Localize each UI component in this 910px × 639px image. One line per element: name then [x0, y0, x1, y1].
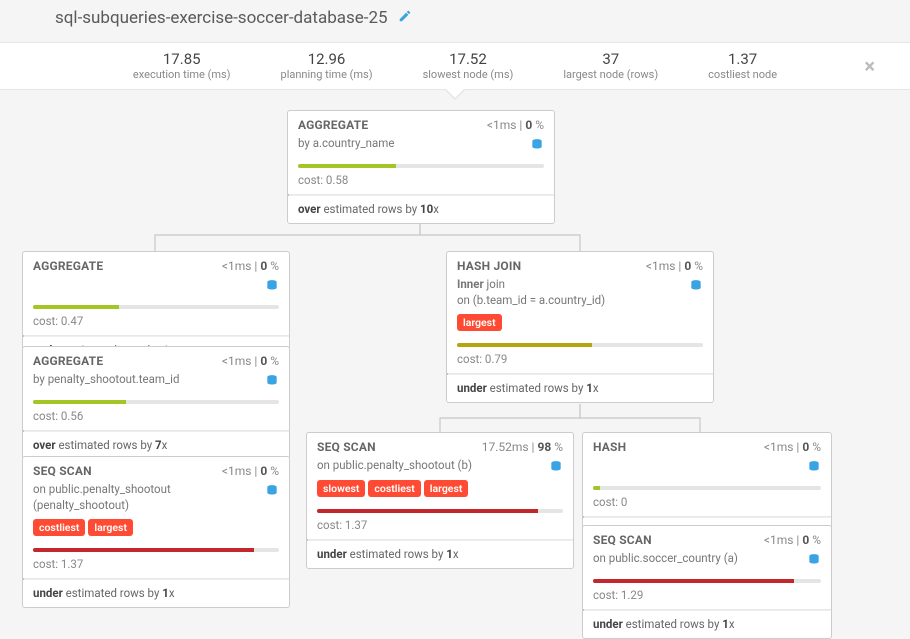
node-tags: slowest costliest largest	[307, 480, 573, 503]
stat-label: costliest node	[708, 68, 777, 81]
cost-value: cost: 1.29	[583, 586, 831, 609]
stats-bar: 17.85 execution time (ms) 12.96 planning…	[0, 42, 910, 90]
node-timing: 17.52ms | 98 %	[482, 440, 563, 454]
node-title: HASH	[593, 440, 626, 454]
cost-bar	[33, 400, 279, 404]
page-title: sql-subqueries-exercise-soccer-database-…	[55, 8, 388, 28]
node-title: SEQ SCAN	[33, 464, 92, 478]
database-icon[interactable]	[265, 374, 279, 388]
cost-value: cost: 0.47	[23, 312, 289, 335]
tag-largest: largest	[457, 314, 502, 331]
stat-label: slowest node (ms)	[423, 68, 514, 81]
tag-largest: largest	[424, 480, 469, 497]
estimate-line: under estimated rows by 1x	[307, 541, 573, 568]
cost-value: cost: 1.37	[23, 555, 289, 578]
pointer-triangle-icon	[445, 90, 465, 100]
stat-value: 12.96	[281, 51, 373, 68]
tag-slowest: slowest	[317, 480, 365, 497]
node-title: HASH JOIN	[457, 259, 521, 273]
stat-value: 1.37	[708, 51, 777, 68]
node-timing: <1ms | 0 %	[222, 464, 279, 478]
node-subtitle: on public.soccer_country (a)	[593, 551, 799, 567]
node-timing: <1ms | 0 %	[646, 259, 703, 273]
plan-node-seqscan-right[interactable]: SEQ SCAN <1ms | 0 % on public.soccer_cou…	[582, 525, 832, 639]
node-tags: largest	[447, 314, 713, 337]
cost-bar	[33, 548, 279, 552]
tag-largest: largest	[88, 519, 133, 536]
node-subtitle: on public.penalty_shootout (b)	[317, 458, 541, 474]
cost-bar	[593, 486, 821, 490]
estimate-line: under estimated rows by 1x	[23, 580, 289, 607]
node-subtitle: Inner joinon (b.team_id = a.country_id)	[457, 277, 681, 308]
database-icon[interactable]	[689, 279, 703, 293]
pencil-icon[interactable]	[398, 9, 412, 27]
node-title: SEQ SCAN	[317, 440, 376, 454]
node-subtitle: on public.penalty_shootout (penalty_shoo…	[33, 482, 257, 513]
node-subtitle: by penalty_shootout.team_id	[33, 372, 257, 388]
stat-slowest-node: 17.52 slowest node (ms)	[398, 51, 539, 82]
stat-value: 37	[563, 51, 658, 68]
database-icon[interactable]	[549, 460, 563, 474]
cost-bar	[317, 509, 563, 513]
node-timing: <1ms | 0 %	[222, 354, 279, 368]
stat-value: 17.52	[423, 51, 514, 68]
stat-label: execution time (ms)	[133, 68, 231, 81]
node-title: AGGREGATE	[33, 354, 103, 368]
stat-largest-node: 37 largest node (rows)	[538, 51, 683, 82]
node-timing: <1ms | 0 %	[764, 440, 821, 454]
stat-execution-time: 17.85 execution time (ms)	[108, 51, 256, 82]
plan-node-seqscan-left[interactable]: SEQ SCAN <1ms | 0 % on public.penalty_sh…	[22, 456, 290, 608]
database-icon[interactable]	[265, 484, 279, 498]
database-icon[interactable]	[807, 460, 821, 474]
cost-value: cost: 0.56	[23, 407, 289, 430]
node-timing: <1ms | 0 %	[222, 259, 279, 273]
cost-value: cost: 0.79	[447, 350, 713, 373]
close-icon[interactable]: ×	[864, 54, 875, 78]
estimate-line: under estimated rows by 1x	[583, 611, 831, 638]
node-title: AGGREGATE	[298, 118, 368, 132]
cost-bar	[457, 343, 703, 347]
node-subtitle: by a.country_name	[298, 136, 522, 152]
estimate-line: over estimated rows by 10x	[288, 196, 554, 223]
cost-value: cost: 1.37	[307, 516, 573, 539]
tag-costliest: costliest	[33, 519, 85, 536]
stat-costliest-node: 1.37 costliest node	[683, 51, 802, 82]
cost-value: cost: 0	[583, 493, 831, 516]
cost-bar	[593, 579, 821, 583]
plan-node-aggregate-root[interactable]: AGGREGATE <1ms | 0 % by a.country_name c…	[287, 110, 555, 224]
node-tags: costliest largest	[23, 519, 289, 542]
stat-planning-time: 12.96 planning time (ms)	[256, 51, 398, 82]
tag-costliest: costliest	[368, 480, 420, 497]
node-title: SEQ SCAN	[593, 533, 652, 547]
estimate-line: over estimated rows by 7x	[23, 432, 289, 459]
stat-value: 17.85	[133, 51, 231, 68]
plan-node-aggregate-2[interactable]: AGGREGATE <1ms | 0 % by penalty_shootout…	[22, 346, 290, 460]
database-icon[interactable]	[265, 279, 279, 293]
node-timing: <1ms | 0 %	[487, 118, 544, 132]
database-icon[interactable]	[807, 553, 821, 567]
node-timing: <1ms | 0 %	[764, 533, 821, 547]
estimate-line: under estimated rows by 1x	[447, 375, 713, 402]
stat-label: planning time (ms)	[281, 68, 373, 81]
node-title: AGGREGATE	[33, 259, 103, 273]
plan-node-seqscan-mid[interactable]: SEQ SCAN 17.52ms | 98 % on public.penalt…	[306, 432, 574, 569]
cost-bar	[298, 164, 544, 168]
plan-node-hashjoin[interactable]: HASH JOIN <1ms | 0 % Inner joinon (b.tea…	[446, 251, 714, 403]
stat-label: largest node (rows)	[563, 68, 658, 81]
cost-bar	[33, 305, 279, 309]
cost-value: cost: 0.58	[288, 171, 554, 194]
database-icon[interactable]	[530, 138, 544, 152]
